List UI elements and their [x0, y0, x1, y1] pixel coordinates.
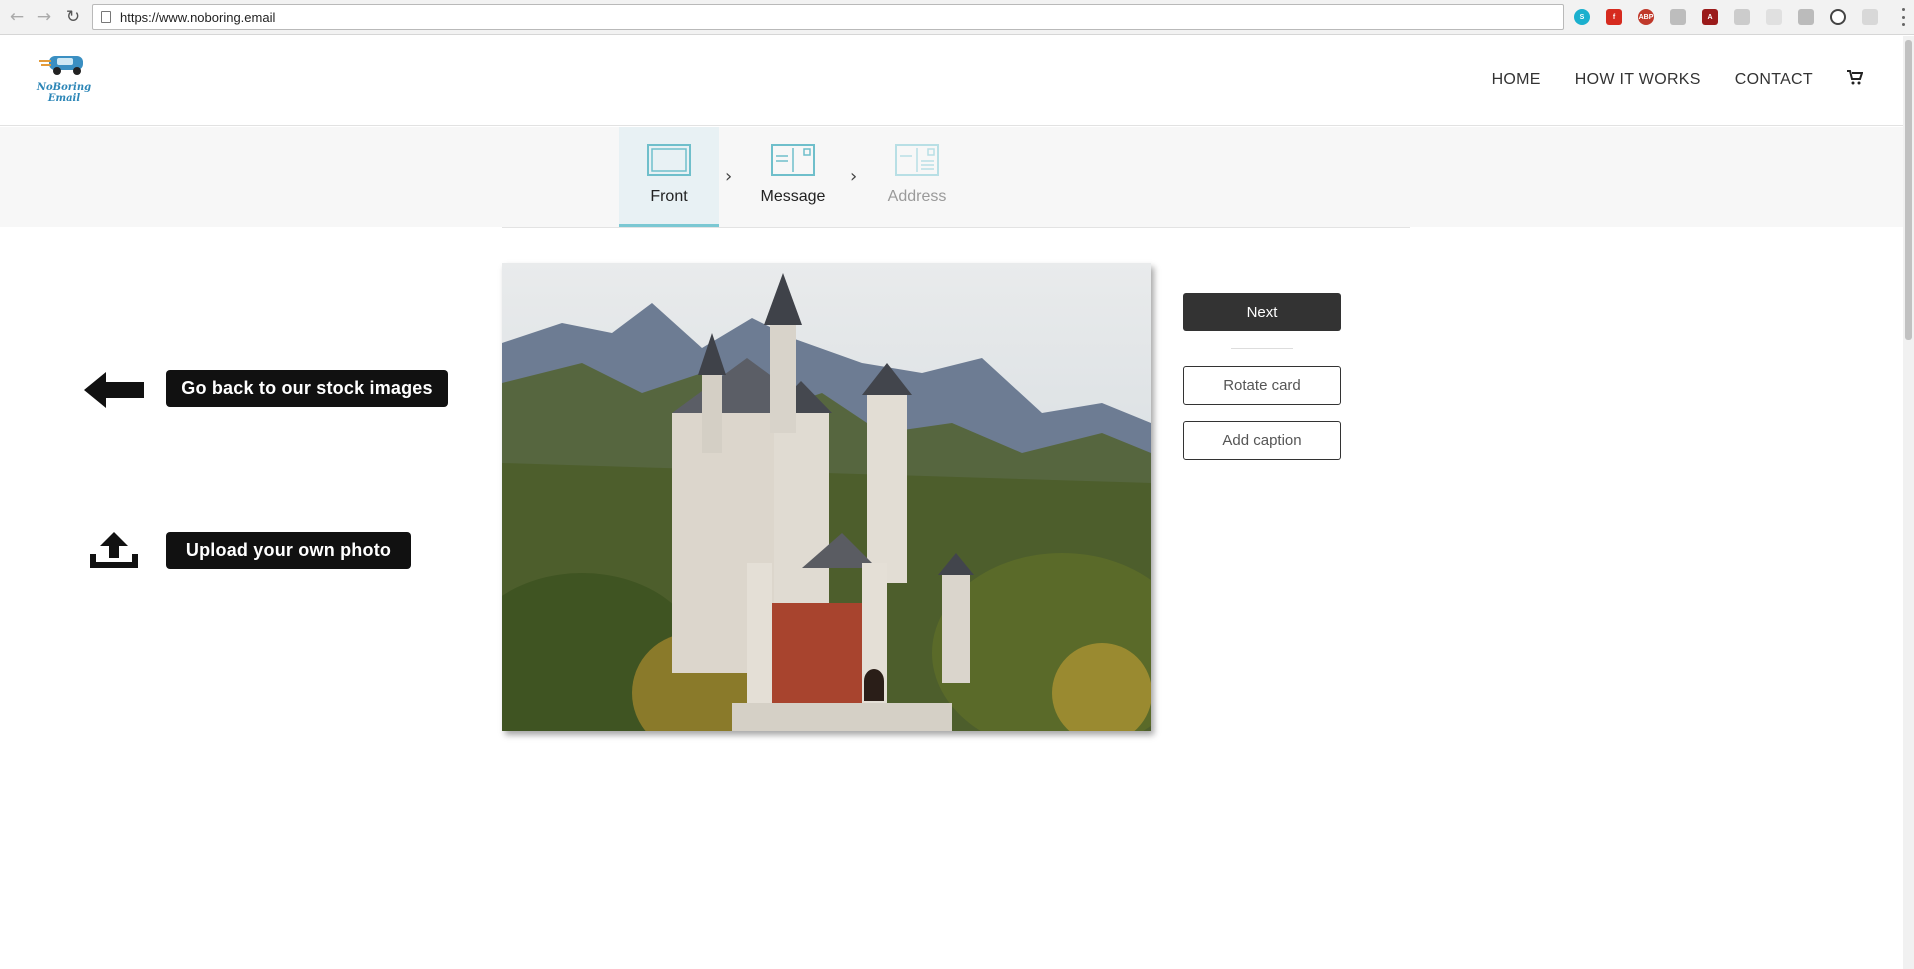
camera-icon[interactable]	[1670, 9, 1686, 25]
logo-text: NoBoring Email	[36, 82, 92, 104]
step-front-label: Front	[650, 188, 688, 205]
step-message[interactable]: Message	[743, 127, 843, 227]
flash-icon[interactable]: f	[1606, 9, 1622, 25]
address-bar[interactable]: https://www.noboring.email	[92, 4, 1564, 30]
browser-menu-icon[interactable]	[1900, 8, 1906, 26]
search-ext-icon[interactable]	[1798, 9, 1814, 25]
shopping-cart-icon[interactable]	[1847, 70, 1864, 89]
arrow-left-icon[interactable]	[84, 370, 144, 410]
page-scrollbar[interactable]	[1903, 36, 1914, 969]
upload-icon[interactable]	[88, 530, 140, 570]
logo-car-icon	[39, 56, 83, 75]
step-front[interactable]: Front	[619, 127, 719, 227]
script-icon[interactable]	[1734, 9, 1750, 25]
feather-icon[interactable]	[1766, 9, 1782, 25]
forward-icon[interactable]: →	[33, 6, 55, 28]
site-header: NoBoring Email HOME HOW IT WORKS CONTACT	[0, 36, 1903, 126]
card-front-photo[interactable]	[502, 263, 1151, 731]
chevron-right-icon: ›	[850, 166, 858, 187]
add-caption-button[interactable]: Add caption	[1183, 421, 1341, 460]
steps-divider	[502, 227, 1410, 228]
back-to-stock-button[interactable]: Go back to our stock images	[166, 370, 448, 407]
rotate-card-button[interactable]: Rotate card	[1183, 366, 1341, 405]
nav-contact[interactable]: CONTACT	[1735, 71, 1813, 89]
site-logo[interactable]: NoBoring Email	[33, 52, 95, 112]
nav-home[interactable]: HOME	[1492, 71, 1541, 89]
next-button[interactable]: Next	[1183, 293, 1341, 331]
block-icon[interactable]	[1830, 9, 1846, 25]
step-message-label: Message	[760, 188, 826, 205]
nav-how-it-works[interactable]: HOW IT WORKS	[1575, 71, 1701, 89]
browser-toolbar: ← → ↻ https://www.noboring.email S f ABP…	[0, 0, 1914, 35]
chevron-right-icon: ›	[725, 166, 733, 187]
main-nav: HOME HOW IT WORKS CONTACT	[1492, 70, 1864, 89]
scroll-thumb[interactable]	[1905, 40, 1912, 340]
card-message-icon	[771, 144, 815, 176]
back-icon[interactable]: ←	[6, 6, 28, 28]
url-text: https://www.noboring.email	[120, 9, 276, 25]
adblock-icon[interactable]: ABP	[1638, 9, 1654, 25]
step-address-label: Address	[887, 188, 947, 205]
card-front-icon	[647, 144, 691, 176]
castle-photo	[502, 263, 1151, 731]
button-divider	[1231, 348, 1293, 349]
step-address[interactable]: Address	[867, 127, 967, 227]
pdf-icon[interactable]: A	[1702, 9, 1718, 25]
upload-photo-button[interactable]: Upload your own photo	[166, 532, 411, 569]
card-address-icon	[895, 144, 939, 176]
reload-icon[interactable]: ↻	[62, 6, 84, 28]
shazam-icon[interactable]: S	[1574, 9, 1590, 25]
chat-icon[interactable]	[1862, 9, 1878, 25]
page-icon	[101, 11, 111, 23]
